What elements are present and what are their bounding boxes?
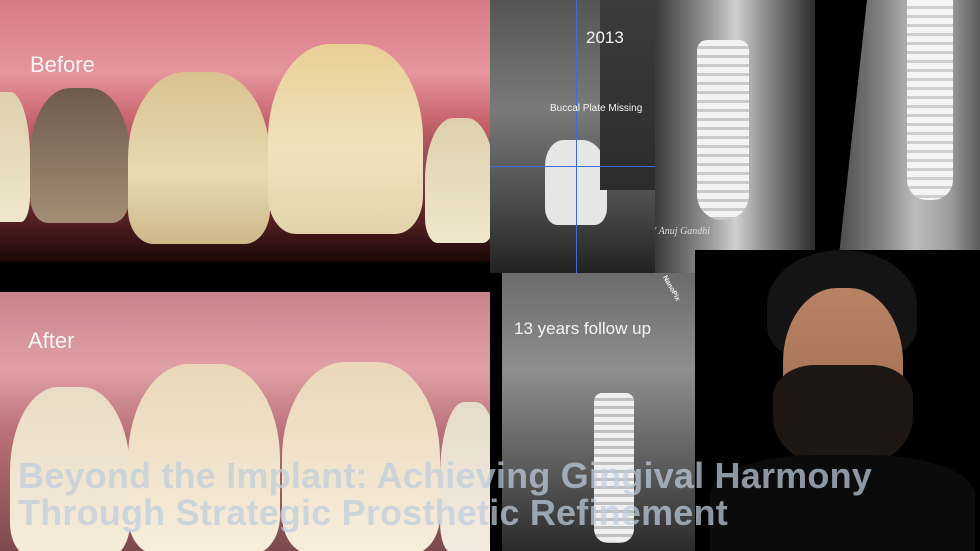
title-line-2: Through Strategic Prosthetic Refinement — [18, 492, 728, 533]
tooth-crown — [268, 44, 423, 234]
ct-scan: 2013 Buccal Plate Missing — [490, 0, 655, 273]
tooth-fractured — [128, 72, 270, 244]
implant-shape — [697, 40, 749, 220]
title-line-1: Beyond the Implant: Achieving Gingival H… — [18, 455, 872, 496]
year-label: 2013 — [586, 28, 624, 47]
vertical-guide-line — [576, 0, 577, 273]
before-label: Before — [30, 52, 95, 77]
doctor-portrait — [695, 250, 980, 551]
xray-implant: D' Anuj Gandhi — [655, 0, 815, 273]
tooth-right — [425, 118, 490, 243]
watermark-label: D' Anuj Gandhi — [655, 226, 711, 237]
horizontal-guide-line — [490, 166, 655, 167]
before-photo: Before — [0, 0, 490, 262]
annotation-label: Buccal Plate Missing — [550, 103, 643, 114]
after-label: After — [28, 328, 75, 353]
xray-implant-2 — [815, 0, 980, 273]
followup-label: 13 years follow up — [514, 319, 652, 338]
nanopix-label: NanoPix — [660, 274, 682, 303]
implant-shape-2 — [907, 0, 953, 200]
tooth-left — [0, 92, 30, 222]
tooth-dark — [30, 88, 130, 223]
